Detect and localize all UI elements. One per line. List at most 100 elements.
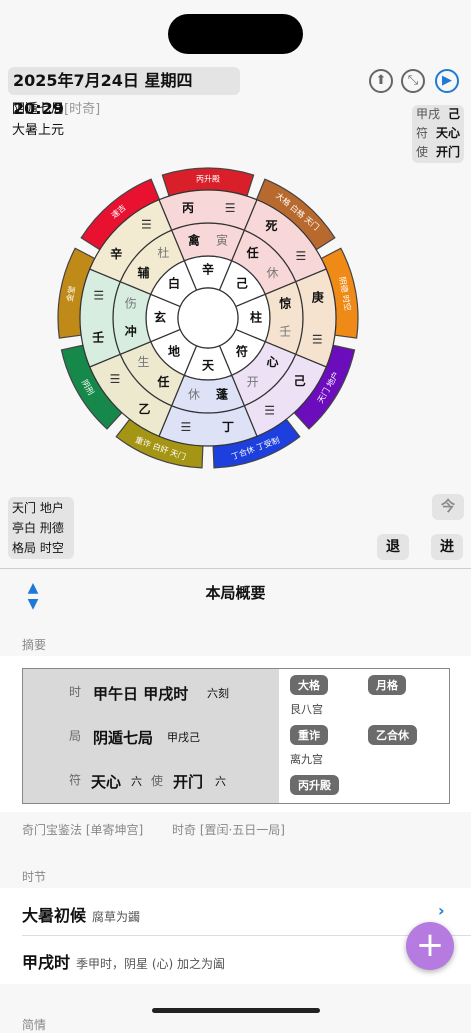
palace-glyph: ☰ <box>110 372 121 386</box>
row-label: 时 <box>69 685 82 699</box>
palace-glyph: 壬 <box>92 329 104 344</box>
palace-glyph: ☰ <box>296 249 307 263</box>
palace-glyph: 丁 <box>222 420 234 434</box>
palace-glyph: ☰ <box>225 201 236 215</box>
info-row: 符天心 <box>416 124 460 143</box>
hou-title: 大暑初候 <box>22 906 87 925</box>
info-value: 己 <box>447 107 460 121</box>
palace-glyph: 己 <box>236 277 248 291</box>
shi2-label: 使 <box>151 774 164 788</box>
outer-tab-label: 丙升殿 <box>196 175 220 184</box>
info-key: 使 <box>416 145 429 159</box>
palace-glyph: 心 <box>267 355 279 369</box>
palace-glyph: ☰ <box>264 403 275 417</box>
palace-glyph: 杜 <box>157 245 169 260</box>
palace-glyph: 柱 <box>250 310 262 325</box>
summary-card: 时 甲午日 甲戌时 六刻 局 阴遁七局 甲戌己 符 天心 六 使 开门 六 大格… <box>22 668 450 804</box>
palace-glyph: 玄 <box>154 310 166 325</box>
tag-bingshengdian[interactable]: 丙升殿 <box>290 775 339 795</box>
plus-icon[interactable]: + <box>406 922 454 970</box>
ju-value: 阴遁七局 <box>12 102 65 117</box>
yuan-label: 大暑上元 <box>12 123 65 138</box>
palace-glyph: 伤 <box>125 296 137 310</box>
home-indicator <box>152 1008 320 1013</box>
shrink-icon[interactable]: ⤡ <box>401 69 425 93</box>
palace-glyph: 休 <box>188 388 200 402</box>
palace-glyph: 蓬 <box>216 387 229 402</box>
forward-button[interactable]: 进 <box>431 534 463 560</box>
shi-value: 甲午日 甲戌时 <box>93 685 189 703</box>
hour-title: 甲戌时 <box>22 953 71 972</box>
shike-label: 时奇 [置闰·五日一局] <box>172 823 285 837</box>
palace-glyph: 死 <box>265 219 277 233</box>
ju-note: [时奇] <box>64 102 101 117</box>
center-palace <box>177 287 239 349</box>
info-value: 天心 <box>435 126 460 140</box>
palace-glyph: 禽 <box>187 232 201 247</box>
tag-yihexiu[interactable]: 乙合休 <box>368 725 417 745</box>
shi2-value: 开门 <box>173 773 204 791</box>
fu-num: 六 <box>131 775 142 788</box>
ju-extra: 甲戌己 <box>167 731 200 744</box>
back-button[interactable]: 退 <box>377 534 409 560</box>
today-button[interactable]: 今 <box>432 494 464 520</box>
chevron-right-icon[interactable]: › <box>438 901 445 920</box>
palace-glyph: 任 <box>156 374 169 389</box>
info-row: 甲戌己 <box>416 105 460 124</box>
ju-value: 阴遁七局 <box>93 729 154 747</box>
qimen-wheel[interactable]: 丙升殿大格 白格 天门阴德 时空天门 地户丁合休 丁受制重诈 白奸 天门阴刑金堂… <box>55 145 365 485</box>
palace-glyph: 符 <box>236 343 248 358</box>
info-line: 格局 时空 <box>12 541 64 555</box>
summary-label: 摘要 <box>22 638 47 652</box>
row-label: 局 <box>69 729 82 743</box>
info-key: 符 <box>416 126 429 140</box>
jieqi-label: 时节 <box>22 870 47 884</box>
palace-glyph: 白 <box>168 276 180 291</box>
hour-sub: 季甲时，阴星 (心) 加之为阖 <box>76 957 226 971</box>
palace-glyph: ☰ <box>93 288 104 302</box>
hour-row[interactable]: 甲戌时 季甲时，阴星 (心) 加之为阖 <box>22 949 225 973</box>
ju-label: 阴遁七局[时奇] <box>12 98 100 117</box>
bottom-left-info: 天门 地户 亭白 刑德 格局 时空 <box>8 497 74 559</box>
panel-title: 本局概要 <box>205 584 266 602</box>
next-label: 简情 <box>22 1018 47 1032</box>
palace-glyph: ☰ <box>180 420 191 434</box>
fu-value: 天心 <box>91 773 122 791</box>
palace-glyph: 寅 <box>216 232 228 247</box>
palace-glyph: ☰ <box>312 333 323 347</box>
tag-chongzha[interactable]: 重诈 <box>290 725 328 745</box>
palace-glyph: 生 <box>137 355 149 369</box>
info-row: 使开门 <box>416 143 460 162</box>
compass-icon[interactable]: ⬆ <box>369 69 393 93</box>
palace-glyph: 惊 <box>279 295 291 310</box>
palace-glyph: 己 <box>294 374 306 388</box>
tag-dage[interactable]: 大格 <box>290 675 328 695</box>
gear-icon[interactable]: ▶ <box>435 69 459 93</box>
dynamic-island <box>168 14 303 54</box>
palace-glyph: 辛 <box>110 246 122 261</box>
palace-glyph: 乙 <box>139 402 151 416</box>
palace-glyph: 冲 <box>125 324 137 339</box>
hou-sub: 腐草为蠲 <box>92 910 141 924</box>
tag-yuege[interactable]: 月格 <box>368 675 406 695</box>
shi-extra: 六刻 <box>207 687 229 700</box>
tag-palace: 艮八宫 <box>290 703 323 716</box>
datetime-label[interactable]: 2025年7月24日 星期四 20:29 <box>8 67 240 118</box>
palace-glyph: ☰ <box>141 218 152 232</box>
info-key: 甲戌 <box>416 107 441 121</box>
palace-glyph: 任 <box>246 245 259 260</box>
top-right-info: 甲戌己 符天心 使开门 <box>412 105 464 163</box>
palace-glyph: 天 <box>202 359 215 373</box>
palace-glyph: 休 <box>267 266 279 280</box>
info-line: 亭白 刑德 <box>12 521 64 535</box>
divider <box>0 568 471 569</box>
hou-row[interactable]: 大暑初候 腐草为蠲 <box>22 902 140 926</box>
palace-glyph: 辅 <box>137 265 149 280</box>
palace-glyph: 开 <box>247 375 259 389</box>
shi2-num: 六 <box>215 775 226 788</box>
palace-glyph: 地 <box>168 343 180 358</box>
row-label: 符 <box>69 773 82 787</box>
palace-glyph: 庚 <box>312 290 324 305</box>
tag-palace: 离九宫 <box>290 753 323 766</box>
row-divider <box>22 935 471 936</box>
